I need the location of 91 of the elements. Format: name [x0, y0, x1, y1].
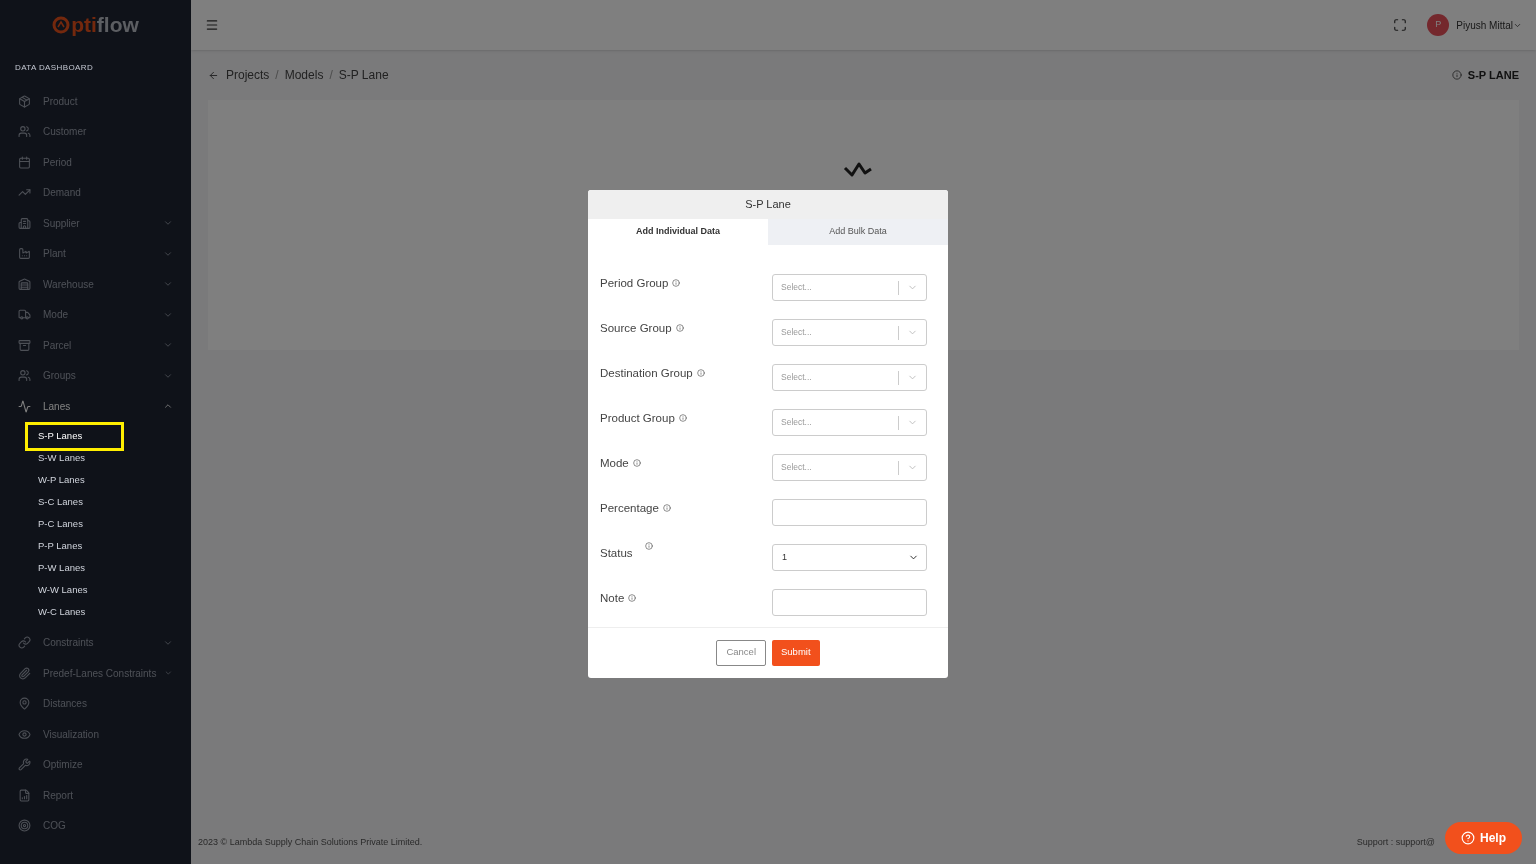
archive-icon: [18, 338, 31, 352]
target-icon: [18, 819, 31, 833]
breadcrumb-separator: /: [329, 67, 333, 84]
sidebar-item[interactable]: Warehouse: [0, 269, 191, 300]
help-icon: [1461, 831, 1475, 845]
fullscreen-icon[interactable]: [1393, 18, 1408, 32]
box-icon: [18, 94, 31, 108]
sidebar-item[interactable]: Optimize: [0, 749, 191, 780]
select-field[interactable]: Select...: [772, 409, 927, 436]
info-icon: [678, 414, 687, 422]
sidebar-item[interactable]: Constraints: [0, 627, 191, 658]
field-label: Product Group: [600, 411, 675, 426]
sidebar-item[interactable]: Parcel: [0, 330, 191, 361]
modal-title: S-P Lane: [588, 190, 948, 219]
sidebar-item[interactable]: Demand: [0, 177, 191, 208]
sidebar-subitem[interactable]: S-C Lanes: [28, 491, 93, 514]
field-label: Source Group: [600, 321, 672, 336]
truck-icon: [18, 308, 31, 322]
paperclip-icon: [18, 666, 31, 680]
help-button[interactable]: Help: [1445, 822, 1522, 854]
tab[interactable]: Add Bulk Data: [768, 219, 948, 245]
eye-icon: [18, 727, 31, 741]
sidebar-subitem[interactable]: W-W Lanes: [28, 579, 98, 602]
cancel-button[interactable]: Cancel: [716, 639, 766, 666]
sidebar-item[interactable]: Customer: [0, 116, 191, 147]
field-label: Status: [600, 546, 633, 561]
info-icon: [672, 279, 681, 287]
breadcrumb-separator: /: [275, 67, 279, 84]
field-label: Note: [600, 591, 625, 606]
sidebar-item[interactable]: Predef-Lanes Constraints: [0, 658, 191, 689]
loading-wave-icon: [843, 160, 873, 178]
sidebar-subitem[interactable]: P-P Lanes: [28, 535, 93, 558]
report-icon: [18, 788, 31, 802]
sidebar-item[interactable]: Supplier: [0, 208, 191, 239]
factory-icon: [18, 247, 31, 261]
select-field[interactable]: Select...: [772, 454, 927, 481]
field-label: Mode: [600, 456, 629, 471]
logo-text: ptiflow: [71, 12, 139, 39]
calendar-icon: [18, 155, 31, 169]
wrench-icon: [18, 758, 31, 772]
sidebar-item[interactable]: Product: [0, 86, 191, 117]
breadcrumb-link[interactable]: Projects: [226, 66, 270, 84]
sidebar-item[interactable]: Mode: [0, 299, 191, 330]
pin-icon: [18, 697, 31, 711]
sidebar-item[interactable]: COG: [0, 810, 191, 841]
select-field[interactable]: Select...: [772, 364, 927, 391]
breadcrumb-link[interactable]: Models: [284, 66, 324, 84]
info-icon: [628, 594, 637, 602]
back-arrow-icon[interactable]: [208, 69, 219, 81]
wave-icon: [18, 399, 31, 413]
sidebar-item[interactable]: Distances: [0, 688, 191, 719]
dropdown-field[interactable]: 1: [772, 544, 927, 571]
info-icon: [632, 459, 641, 467]
select-field[interactable]: Select...: [772, 319, 927, 346]
building-icon: [18, 216, 31, 230]
sidebar-subitem[interactable]: P-W Lanes: [28, 557, 95, 580]
user-name[interactable]: Piyush Mittal: [1456, 17, 1513, 33]
info-icon: [662, 504, 671, 512]
sidebar-subitem[interactable]: W-P Lanes: [28, 469, 95, 492]
field-label: Period Group: [600, 276, 669, 291]
link-icon: [18, 636, 31, 650]
sidebar-subitem[interactable]: P-C Lanes: [28, 513, 93, 536]
submit-button[interactable]: Submit: [772, 639, 820, 666]
warehouse-icon: [18, 277, 31, 291]
copyright-text: 2023 © Lambda Supply Chain Solutions Private Limited.: [198, 836, 423, 850]
input-field[interactable]: [772, 589, 927, 616]
info-icon: [644, 542, 653, 550]
field-label: Destination Group: [600, 366, 693, 381]
sidebar-item[interactable]: Groups: [0, 360, 191, 391]
users-icon: [18, 125, 31, 139]
info-icon: [696, 369, 705, 377]
page-title: S-P LANE: [1467, 67, 1519, 83]
sidebar-item[interactable]: Plant: [0, 238, 191, 269]
support-text: Support : support@: [1356, 836, 1435, 850]
sidebar-item[interactable]: Lanes: [0, 391, 191, 422]
menu-icon[interactable]: [205, 18, 219, 32]
sidebar-subitem[interactable]: W-C Lanes: [28, 601, 96, 624]
sidebar-item[interactable]: Report: [0, 780, 191, 811]
sidebar-subitem[interactable]: S-W Lanes: [28, 447, 95, 470]
logo-icon: [52, 16, 71, 34]
sidebar-item[interactable]: Visualization: [0, 719, 191, 750]
users-icon: [18, 369, 31, 383]
sidebar-subitem[interactable]: S-P Lanes: [28, 425, 121, 448]
input-field[interactable]: [772, 499, 927, 526]
info-icon: [675, 324, 684, 332]
select-field[interactable]: Select...: [772, 274, 927, 301]
info-icon: [1451, 70, 1462, 80]
field-label: Percentage: [600, 501, 659, 516]
avatar[interactable]: P: [1427, 14, 1450, 36]
section-title: DATA DASHBOARD: [14, 62, 95, 74]
sidebar-item[interactable]: Period: [0, 147, 191, 178]
